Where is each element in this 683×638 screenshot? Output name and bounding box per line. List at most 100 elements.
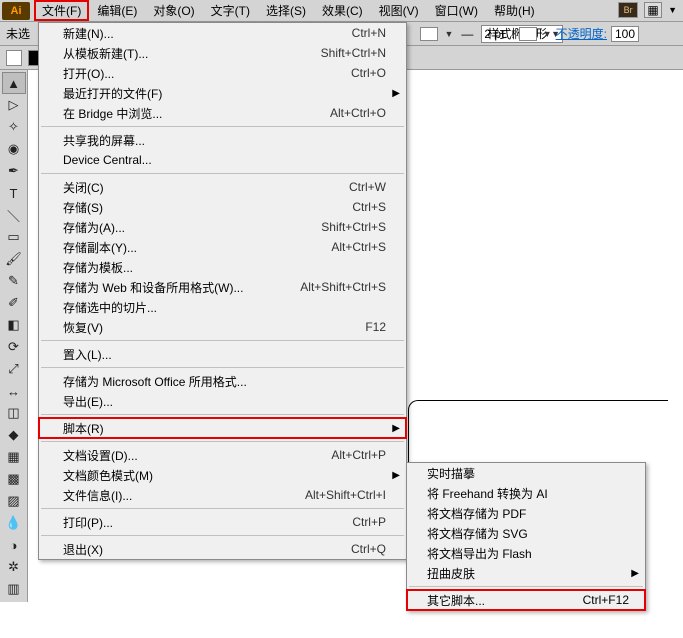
type-tool[interactable]: T [2, 182, 26, 204]
script-menu-item[interactable]: 将 Freehand 转换为 AI [407, 483, 645, 503]
file-menu-item[interactable]: 存储为 Web 和设备所用格式(W)...Alt+Shift+Ctrl+S [39, 277, 406, 297]
app-icon: Ai [2, 2, 30, 20]
menu-item-label: 存储副本(Y)... [63, 239, 137, 256]
shape-builder-tool[interactable]: ◆ [2, 424, 26, 446]
pen-tool[interactable]: ✒ [2, 160, 26, 182]
menu-item-label: Device Central... [63, 153, 152, 167]
menu-view[interactable]: 视图(V) [371, 0, 427, 21]
menu-item-label: 将文档存储为 PDF [427, 505, 526, 522]
file-menu-item[interactable]: 在 Bridge 中浏览... Alt+Ctrl+O [39, 103, 406, 123]
menu-shortcut: Ctrl+O [351, 66, 386, 80]
menu-file[interactable]: 文件(F) [34, 0, 89, 21]
menu-effect[interactable]: 效果(C) [314, 0, 371, 21]
file-menu-item[interactable]: 文档设置(D)...Alt+Ctrl+P [39, 445, 406, 465]
file-menu-item[interactable]: 存储为模板... [39, 257, 406, 277]
scale-tool[interactable]: ⤢ [2, 358, 26, 380]
file-menu-item[interactable]: 文档颜色模式(M)▶ [39, 465, 406, 485]
paintbrush-tool[interactable]: 🖌 [2, 248, 26, 270]
file-menu-item[interactable]: 脚本(R)▶ [39, 418, 406, 438]
fill-swatch[interactable] [6, 50, 22, 66]
blob-brush-tool[interactable]: ✐ [2, 292, 26, 314]
menu-select[interactable]: 选择(S) [258, 0, 314, 21]
lasso-tool[interactable]: ◉ [2, 138, 26, 160]
file-menu-item[interactable]: 打开(O)...Ctrl+O [39, 63, 406, 83]
chevron-down-icon[interactable]: ▼ [444, 29, 453, 39]
bridge-icon[interactable]: Br [618, 2, 638, 18]
submenu-arrow-icon: ▶ [392, 470, 400, 481]
menu-item-label: 从模板新建(T)... [63, 45, 148, 62]
file-menu-item[interactable]: 关闭(C)Ctrl+W [39, 177, 406, 197]
direct-selection-tool[interactable]: ▷ [2, 94, 26, 116]
file-menu-item[interactable]: 存储(S)Ctrl+S [39, 197, 406, 217]
menu-item-label: 退出(X) [63, 541, 103, 558]
file-menu-item[interactable]: 最近打开的文件(F)▶ [39, 83, 406, 103]
graph-tool[interactable]: ▥ [2, 578, 26, 600]
menu-item-label: 在 Bridge 中浏览... [63, 105, 162, 122]
eraser-tool[interactable]: ◧ [2, 314, 26, 336]
gradient-tool[interactable]: ▨ [2, 490, 26, 512]
file-menu-item[interactable]: 打印(P)...Ctrl+P [39, 512, 406, 532]
script-submenu: 实时描摹将 Freehand 转换为 AI 将文档存储为 PDF 将文档存储为 SV… [406, 462, 646, 611]
blend-tool[interactable]: ◑ [2, 534, 26, 556]
script-menu-item[interactable]: 其它脚本...Ctrl+F12 [407, 590, 645, 610]
file-menu-item[interactable]: 存储为 Microsoft Office 所用格式... [39, 371, 406, 391]
script-menu-item[interactable]: 实时描摹 [407, 463, 645, 483]
file-menu-item[interactable]: 共享我的屏幕... [39, 130, 406, 150]
selection-tool[interactable]: ▲ [2, 72, 26, 94]
opacity-label[interactable]: 不透明度: [556, 25, 607, 42]
menu-item-label: 存储为 Microsoft Office 所用格式... [63, 373, 247, 390]
script-menu-item[interactable]: 将文档存储为 SVG [407, 523, 645, 543]
menu-edit[interactable]: 编辑(E) [89, 0, 145, 21]
magic-wand-tool[interactable]: ✧ [2, 116, 26, 138]
line-tool[interactable]: ＼ [2, 204, 26, 226]
menu-type[interactable]: 文字(T) [203, 0, 258, 21]
file-menu-item[interactable]: 恢复(V)F12 [39, 317, 406, 337]
selection-label: 未选 [6, 25, 30, 42]
menu-help[interactable]: 帮助(H) [486, 0, 543, 21]
rotate-tool[interactable]: ⟳ [2, 336, 26, 358]
menu-shortcut: Alt+Ctrl+O [330, 106, 386, 120]
style-label: 样式: [487, 25, 514, 42]
width-tool[interactable]: ↔ [2, 380, 26, 402]
eyedropper-tool[interactable]: 💧 [2, 512, 26, 534]
free-transform-tool[interactable]: ◫ [2, 402, 26, 424]
file-menu-item[interactable]: 置入(L)... [39, 344, 406, 364]
arrange-documents-icon[interactable]: ▦ [644, 2, 662, 18]
script-menu-item[interactable]: 扭曲皮肤▶ [407, 563, 645, 583]
file-menu-item[interactable]: 从模板新建(T)...Shift+Ctrl+N [39, 43, 406, 63]
menu-window[interactable]: 窗口(W) [427, 0, 486, 21]
file-menu-item[interactable]: 导出(E)... [39, 391, 406, 411]
chevron-down-icon[interactable]: ▼ [668, 5, 677, 15]
file-menu-item[interactable]: 存储副本(Y)...Alt+Ctrl+S [39, 237, 406, 257]
menu-item-label: 存储为(A)... [63, 219, 125, 236]
menu-object[interactable]: 对象(O) [145, 0, 202, 21]
menu-item-label: 存储为模板... [63, 259, 133, 276]
chevron-down-icon[interactable]: ▼ [543, 29, 552, 39]
menu-item-label: 存储为 Web 和设备所用格式(W)... [63, 279, 243, 296]
menubar: Ai 文件(F)编辑(E)对象(O)文字(T)选择(S)效果(C)视图(V)窗口… [0, 0, 683, 22]
menu-item-label: 实时描摹 [427, 465, 475, 482]
menu-item-label: 最近打开的文件(F) [63, 85, 162, 102]
mesh-tool[interactable]: ▩ [2, 468, 26, 490]
file-menu-item[interactable]: 存储选中的切片... [39, 297, 406, 317]
file-menu-item[interactable]: 存储为(A)...Shift+Ctrl+S [39, 217, 406, 237]
script-menu-item[interactable]: 将文档存储为 PDF [407, 503, 645, 523]
menu-item-label: 将文档存储为 SVG [427, 525, 528, 542]
stroke-swatch[interactable] [420, 27, 438, 41]
file-menu-item[interactable]: Device Central... [39, 150, 406, 170]
tools-panel: ▲ ▷ ✧ ◉ ✒ T ＼ ▭ 🖌 ✎ ✐ ◧ ⟳ ⤢ ↔ ◫ ◆ ▦ ▩ ▨ … [0, 70, 28, 602]
file-menu-item[interactable]: 文件信息(I)...Alt+Shift+Ctrl+I [39, 485, 406, 505]
symbol-sprayer-tool[interactable]: ✲ [2, 556, 26, 578]
perspective-tool[interactable]: ▦ [2, 446, 26, 468]
script-menu-item[interactable]: 将文档导出为 Flash [407, 543, 645, 563]
pencil-tool[interactable]: ✎ [2, 270, 26, 292]
file-menu-item[interactable]: 新建(N)...Ctrl+N [39, 23, 406, 43]
style-swatch[interactable] [519, 27, 537, 41]
file-menu-item[interactable]: 退出(X)Ctrl+Q [39, 539, 406, 559]
menu-shortcut: Alt+Ctrl+P [331, 448, 386, 462]
opacity-value[interactable]: 100 [611, 26, 639, 42]
menu-item-label: 文件信息(I)... [63, 487, 132, 504]
menu-item-label: 将 Freehand 转换为 AI [427, 485, 548, 502]
file-menu-dropdown: 新建(N)...Ctrl+N从模板新建(T)...Shift+Ctrl+N打开(… [38, 22, 407, 560]
rectangle-tool[interactable]: ▭ [2, 226, 26, 248]
